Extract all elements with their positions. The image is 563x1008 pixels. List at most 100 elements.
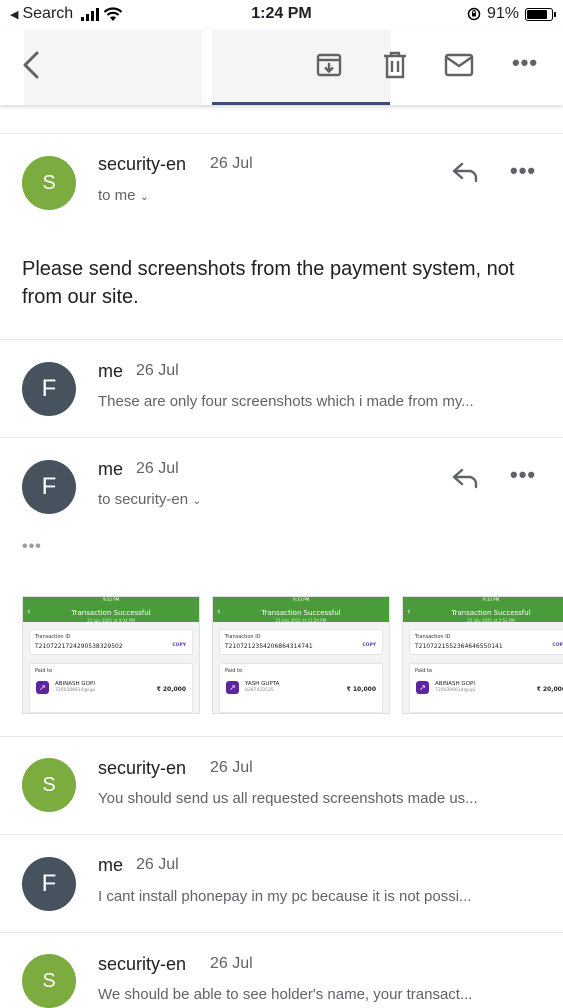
thumb-title: Transaction Successful: [261, 609, 341, 617]
show-trimmed-content-button[interactable]: •••: [22, 538, 42, 556]
thumb-payee-card: Paid to ↗ YASH GUPTA 8287433535 ₹ 10,000: [219, 663, 383, 713]
message-snippet: I cant install phonepay in my pc because…: [98, 888, 472, 905]
thumb-header: ‹ Transaction Successful 22 July 2021 at 2…: [403, 604, 563, 623]
trash-icon: [384, 51, 406, 79]
delete-button[interactable]: [378, 48, 412, 82]
thumb-id-label: Transaction ID: [415, 634, 451, 640]
thumb-amount: ₹ 20,000: [536, 686, 563, 693]
thumb-header: ‹ Transaction Successful 22 July 2021 at 9…: [23, 604, 199, 623]
phonepe-arrow-icon: ↗: [416, 681, 429, 694]
thumb-back-icon: ‹: [27, 607, 31, 617]
thumb-status-time: 9:32 PM: [102, 597, 120, 602]
thumb-paid-to-label: Paid to: [35, 668, 53, 674]
divider: [0, 339, 563, 340]
thumb-transaction-id: T2107212354206864314741: [225, 643, 313, 650]
chevron-down-icon: ⌄: [139, 191, 149, 203]
thumb-status-time: 9:33 PM: [292, 597, 310, 602]
avatar[interactable]: S: [22, 156, 76, 210]
thumb-paid-to-label: Paid to: [415, 668, 433, 674]
message-date: 26 Jul: [210, 155, 253, 172]
sender-name: me: [98, 855, 124, 875]
attachment-thumbnail[interactable]: 9:33 PM ‹ Transaction Successful 22 July 20…: [402, 596, 563, 714]
thumb-copy-label: COPY: [172, 643, 186, 648]
thumb-payee-upi: 7200306614@upi: [55, 688, 96, 693]
avatar[interactable]: S: [22, 758, 76, 812]
thumb-status-bar: 9:32 PM: [23, 597, 199, 604]
chevron-down-icon: ⌄: [192, 495, 202, 507]
email-toolbar: •••: [0, 30, 563, 105]
more-horizontal-icon: •••: [510, 462, 537, 487]
message-snippet: You should send us all requested screens…: [98, 790, 478, 807]
message-date: 26 Jul: [136, 460, 179, 477]
sender-name: me: [98, 361, 124, 381]
attachment-thumbnail[interactable]: 9:33 PM ‹ Transaction Successful 21 July 20…: [212, 596, 390, 714]
more-horizontal-icon: •••: [510, 158, 537, 183]
sender-name: security-en: [98, 154, 187, 174]
avatar[interactable]: F: [22, 460, 76, 514]
thumb-status-time: 9:33 PM: [482, 597, 500, 602]
attachment-thumbnail[interactable]: 9:32 PM ‹ Transaction Successful 22 July 20…: [22, 596, 200, 714]
mail-icon: [444, 53, 474, 77]
toolbar-background-thumb: [24, 30, 202, 105]
thumb-payee-upi: 8287433535: [245, 688, 274, 693]
message-more-button[interactable]: •••: [510, 158, 536, 184]
status-right: 91%: [467, 5, 556, 23]
message-date: 26 Jul: [210, 955, 253, 972]
divider: [0, 736, 563, 737]
divider: [0, 834, 563, 835]
message-snippet: These are only four screenshots which i …: [98, 393, 474, 410]
more-options-button[interactable]: •••: [508, 46, 542, 80]
thumb-amount: ₹ 10,000: [346, 686, 376, 693]
thumb-header: ‹ Transaction Successful 21 July 2021 at 1…: [213, 604, 389, 623]
thumb-date: 22 July 2021 at 2:52 PM: [467, 618, 515, 623]
archive-icon: [316, 53, 342, 77]
message-date: 26 Jul: [136, 856, 179, 873]
thumb-transaction-card: Transaction ID T2107221724290538329502 COP…: [29, 629, 193, 655]
divider: [0, 437, 563, 438]
thumb-id-label: Transaction ID: [225, 634, 261, 640]
divider: [0, 133, 563, 134]
divider: [0, 932, 563, 933]
back-button[interactable]: [14, 48, 48, 82]
battery-percent: 91%: [486, 5, 519, 22]
thumb-transaction-id: T2107221552364646550141: [415, 643, 503, 650]
reply-icon: [452, 468, 478, 489]
thumb-payee-card: Paid to ↗ ABINASH GOPI 7200306614@upi ₹ 20,0…: [29, 663, 193, 713]
message-date: 26 Jul: [136, 362, 179, 379]
message-date: 26 Jul: [210, 759, 253, 776]
thumb-back-icon: ‹: [217, 607, 221, 617]
thumb-status-bar: 9:33 PM: [403, 597, 563, 604]
avatar[interactable]: F: [22, 857, 76, 911]
thumb-date: 22 July 2021 at 9:24 PM: [87, 618, 135, 623]
reply-button[interactable]: [448, 156, 482, 188]
thumb-title: Transaction Successful: [71, 609, 151, 617]
thumb-payee-name: ABINASH GOPI: [55, 681, 95, 687]
battery-icon: [525, 7, 556, 21]
mark-unread-button[interactable]: [442, 48, 476, 82]
thumb-back-icon: ‹: [407, 607, 411, 617]
thumb-transaction-id: T2107221724290538329502: [35, 643, 123, 650]
thumb-paid-to-label: Paid to: [225, 668, 243, 674]
thumb-copy-label: COPY: [362, 643, 376, 648]
reply-button[interactable]: [448, 462, 482, 494]
archive-button[interactable]: [312, 48, 346, 82]
thumb-title: Transaction Successful: [451, 609, 531, 617]
reply-icon: [452, 162, 478, 183]
recipient-label: to security-en: [98, 491, 189, 508]
avatar[interactable]: F: [22, 362, 76, 416]
thumb-payee-name: YASH GUPTA: [245, 681, 280, 687]
message-snippet: We should be able to see holder's name, …: [98, 986, 473, 1003]
message-more-button[interactable]: •••: [510, 462, 536, 488]
thumb-transaction-card: Transaction ID T2107212354206864314741 COP…: [219, 629, 383, 655]
recipient-details[interactable]: to me ⌄: [98, 187, 149, 204]
thumb-transaction-card: Transaction ID T2107221552364646550141 COP…: [409, 629, 563, 655]
phonepe-arrow-icon: ↗: [36, 681, 49, 694]
thumb-amount: ₹ 20,000: [156, 686, 186, 693]
status-bar: ◀ Search 1:24 PM 91%: [0, 0, 563, 30]
recipient-label: to me: [98, 187, 136, 204]
thumb-copy-label: COPY: [552, 643, 563, 648]
thumb-status-bar: 9:33 PM: [213, 597, 389, 604]
chevron-left-icon: [23, 51, 39, 79]
more-horizontal-icon: •••: [511, 50, 539, 75]
recipient-details[interactable]: to security-en ⌄: [98, 491, 201, 508]
